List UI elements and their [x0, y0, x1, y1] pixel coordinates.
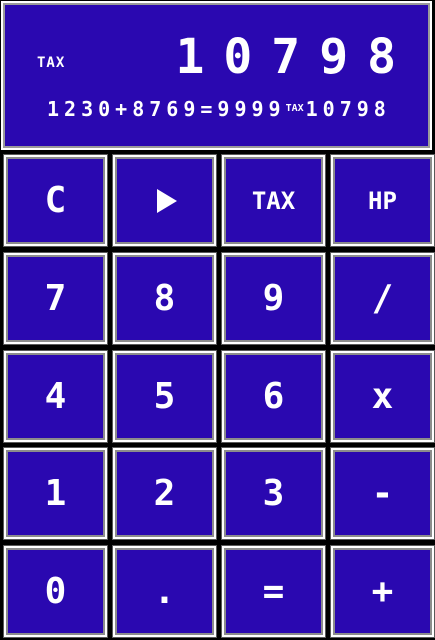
- expression-tax-mark: TAX: [285, 103, 304, 114]
- play-button[interactable]: [113, 155, 216, 246]
- digit-3-button[interactable]: 3: [222, 448, 325, 539]
- calculator-display: TAX 10798 1230+8769=9999TAX 10798: [1, 1, 432, 150]
- digit-9-button[interactable]: 9: [222, 253, 325, 344]
- keypad: C TAX HP 7 8 9 / 4 5 6 x 1 2 3 - 0 . = +: [0, 152, 435, 640]
- clear-button[interactable]: C: [4, 155, 107, 246]
- digit-8-button[interactable]: 8: [113, 253, 216, 344]
- digit-1-button[interactable]: 1: [4, 448, 107, 539]
- digit-5-button[interactable]: 5: [113, 351, 216, 442]
- main-result-value: 10798: [175, 29, 415, 85]
- decimal-button[interactable]: .: [113, 546, 216, 637]
- subtract-button[interactable]: -: [331, 448, 434, 539]
- play-icon: [156, 188, 177, 213]
- tax-button[interactable]: TAX: [222, 155, 325, 246]
- expression-tax-result: 10798: [305, 97, 391, 121]
- equals-button[interactable]: =: [222, 546, 325, 637]
- digit-6-button[interactable]: 6: [222, 351, 325, 442]
- expression-line: 1230+8769=9999TAX 10798: [47, 99, 391, 119]
- digit-0-button[interactable]: 0: [4, 546, 107, 637]
- add-button[interactable]: +: [331, 546, 434, 637]
- digit-7-button[interactable]: 7: [4, 253, 107, 344]
- divide-button[interactable]: /: [331, 253, 434, 344]
- digit-4-button[interactable]: 4: [4, 351, 107, 442]
- expression-calculation: 1230+8769=9999: [47, 97, 286, 121]
- tax-indicator: TAX: [37, 55, 66, 71]
- digit-2-button[interactable]: 2: [113, 448, 216, 539]
- hp-button[interactable]: HP: [331, 155, 434, 246]
- multiply-button[interactable]: x: [331, 351, 434, 442]
